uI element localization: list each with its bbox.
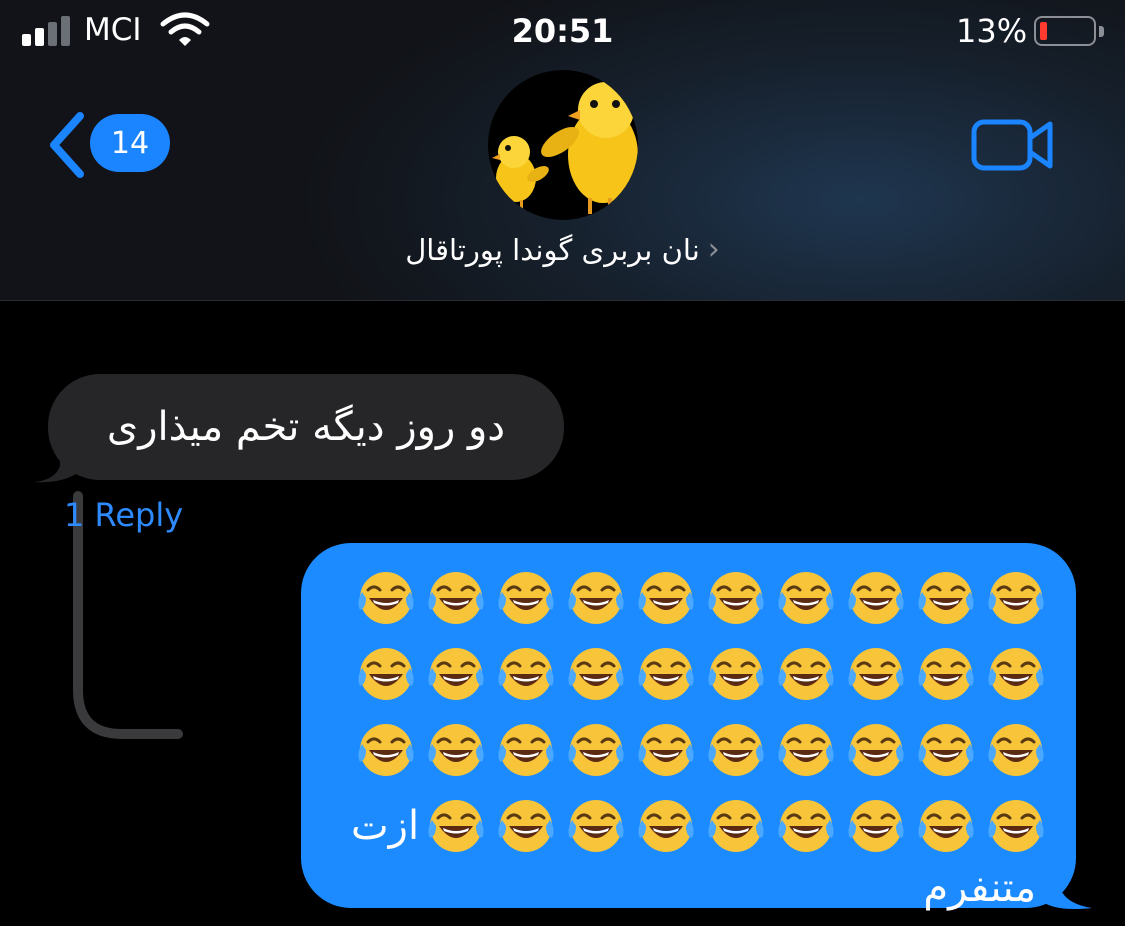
face-with-tears-of-joy-icon <box>491 715 561 785</box>
face-with-tears-of-joy-icon <box>911 639 981 709</box>
face-with-tears-of-joy-icon <box>981 563 1051 633</box>
face-with-tears-of-joy-icon <box>561 791 631 861</box>
face-with-tears-of-joy-icon <box>911 791 981 861</box>
face-with-tears-of-joy-icon <box>771 791 841 861</box>
video-camera-icon[interactable] <box>970 116 1056 174</box>
face-with-tears-of-joy-icon <box>421 639 491 709</box>
unread-count-badge: 14 <box>90 114 170 172</box>
face-with-tears-of-joy-icon <box>561 563 631 633</box>
outgoing-message-bubble[interactable]: ازت متنفرم <box>301 543 1076 911</box>
face-with-tears-of-joy-icon <box>351 563 421 633</box>
face-with-tears-of-joy-icon <box>981 639 1051 709</box>
face-with-tears-of-joy-icon <box>841 791 911 861</box>
battery-icon <box>1034 16 1096 46</box>
face-with-tears-of-joy-icon <box>701 791 771 861</box>
face-with-tears-of-joy-icon <box>771 639 841 709</box>
incoming-message-bubble[interactable]: دو روز دیگه تخم میذاری <box>48 374 564 480</box>
face-with-tears-of-joy-icon <box>351 715 421 785</box>
chevron-right-icon: › <box>707 232 720 267</box>
face-with-tears-of-joy-icon <box>631 791 701 861</box>
chick-avatar-icon <box>492 82 638 214</box>
face-with-tears-of-joy-icon <box>911 715 981 785</box>
reply-count-link[interactable]: 1 Reply <box>64 496 183 534</box>
outgoing-text-line-2: متنفرم <box>923 865 1036 911</box>
face-with-tears-of-joy-icon <box>911 563 981 633</box>
face-with-tears-of-joy-icon <box>491 563 561 633</box>
face-with-tears-of-joy-icon <box>351 639 421 709</box>
emoji-grid: ازت <box>351 563 1051 861</box>
face-with-tears-of-joy-icon <box>421 791 491 861</box>
battery-tip <box>1099 26 1104 37</box>
face-with-tears-of-joy-icon <box>631 563 701 633</box>
face-with-tears-of-joy-icon <box>421 715 491 785</box>
battery-percentage: 13% <box>956 12 1028 50</box>
face-with-tears-of-joy-icon <box>561 715 631 785</box>
chat-header: MCI 20:51 13% 14 نان بربری گوندا پورتاقا… <box>0 0 1125 301</box>
face-with-tears-of-joy-icon <box>421 563 491 633</box>
face-with-tears-of-joy-icon <box>701 715 771 785</box>
contact-avatar[interactable] <box>488 70 638 220</box>
face-with-tears-of-joy-icon <box>491 639 561 709</box>
status-bar: MCI 20:51 13% <box>0 0 1125 64</box>
face-with-tears-of-joy-icon <box>981 791 1051 861</box>
contact-name-link[interactable]: نان بربری گوندا پورتاقال › <box>0 232 1125 267</box>
face-with-tears-of-joy-icon <box>771 715 841 785</box>
face-with-tears-of-joy-icon <box>491 791 561 861</box>
battery-level-fill <box>1040 22 1047 40</box>
face-with-tears-of-joy-icon <box>631 639 701 709</box>
face-with-tears-of-joy-icon <box>561 639 631 709</box>
face-with-tears-of-joy-icon <box>701 563 771 633</box>
back-button[interactable]: 14 <box>44 110 174 180</box>
outgoing-text-word: ازت <box>351 803 420 849</box>
face-with-tears-of-joy-icon <box>841 715 911 785</box>
chevron-left-icon <box>50 112 84 178</box>
face-with-tears-of-joy-icon <box>841 639 911 709</box>
incoming-message-text: دو روز دیگه تخم میذاری <box>106 404 506 450</box>
face-with-tears-of-joy-icon <box>981 715 1051 785</box>
contact-name: نان بربری گوندا پورتاقال <box>405 232 700 267</box>
face-with-tears-of-joy-icon <box>631 715 701 785</box>
face-with-tears-of-joy-icon <box>841 563 911 633</box>
face-with-tears-of-joy-icon <box>771 563 841 633</box>
face-with-tears-of-joy-icon <box>701 639 771 709</box>
